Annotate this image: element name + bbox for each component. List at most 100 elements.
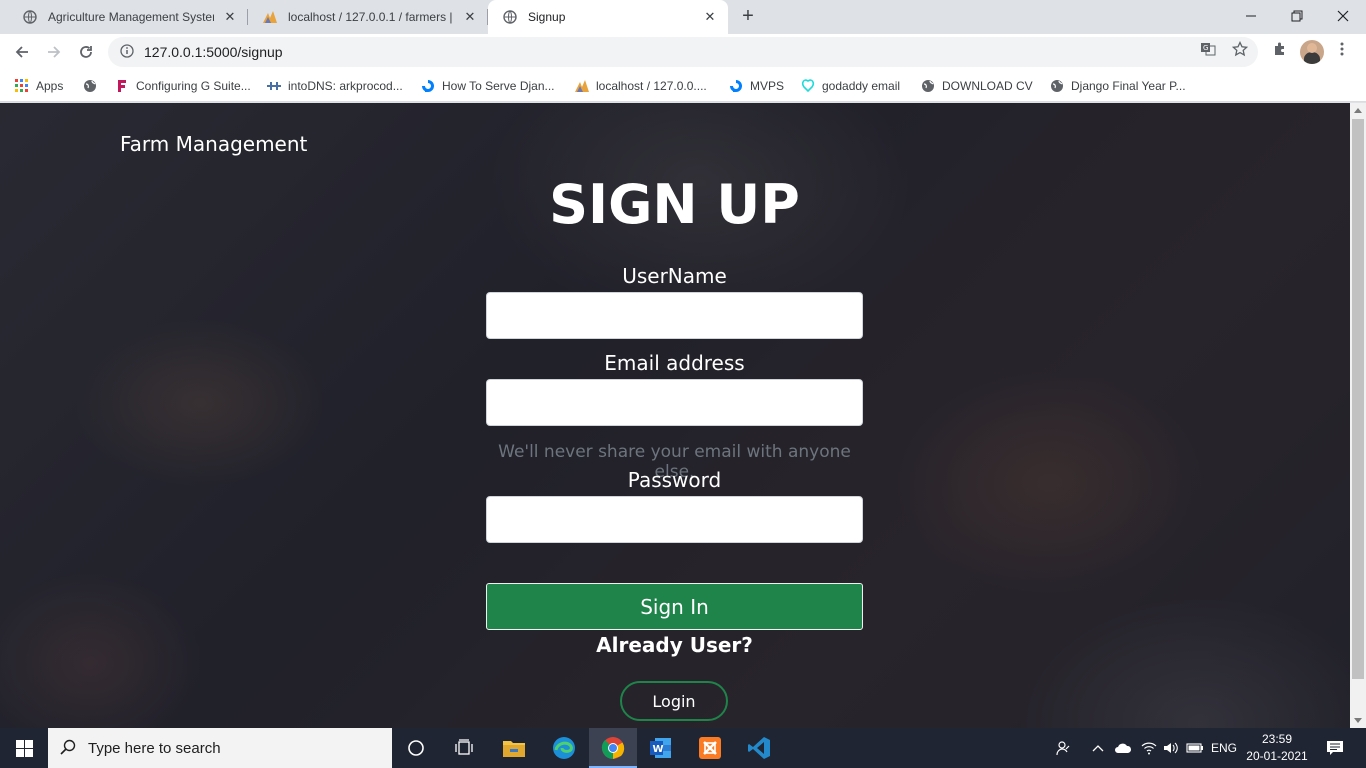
file-explorer-icon[interactable]: [490, 728, 538, 768]
bookmark-localhost-phpmyadmin[interactable]: localhost / 127.0.0....: [574, 76, 707, 96]
translate-icon[interactable]: G: [1200, 41, 1216, 57]
close-window-button[interactable]: [1320, 0, 1366, 32]
back-button[interactable]: [8, 38, 36, 66]
bookmarks-bar: Apps Configuring G Suite... intoDNS: ark…: [0, 70, 1366, 102]
bookmark-download-cv[interactable]: DOWNLOAD CV: [920, 76, 1033, 96]
bookmark-label: localhost / 127.0.0....: [596, 79, 707, 93]
globe-icon: [22, 9, 38, 25]
address-bar[interactable]: 127.0.0.1:5000/signup: [108, 37, 1258, 67]
onedrive-icon[interactable]: [1112, 728, 1134, 768]
chrome-icon[interactable]: [589, 728, 637, 768]
intodns-icon: [266, 78, 282, 94]
cortana-icon[interactable]: [392, 728, 440, 768]
login-button[interactable]: Login: [620, 681, 728, 721]
browser-tab-strip: Agriculture Management System ✕ localhos…: [0, 0, 1366, 34]
globe-icon: [82, 78, 98, 94]
close-tab-icon[interactable]: ✕: [702, 9, 718, 25]
email-label: Email address: [604, 351, 745, 375]
username-label: UserName: [622, 264, 727, 288]
browser-toolbar: 127.0.0.1:5000/signup G: [0, 34, 1366, 70]
digitalocean-icon: [728, 78, 744, 94]
restore-button[interactable]: [1274, 0, 1320, 32]
close-tab-icon[interactable]: ✕: [222, 9, 238, 25]
bookmark-label: How To Serve Djan...: [442, 79, 555, 93]
clock-date: 20-01-2021: [1246, 749, 1308, 763]
people-icon[interactable]: [1052, 728, 1074, 768]
tab-agriculture-management[interactable]: Agriculture Management System ✕: [8, 0, 248, 34]
url-text: 127.0.0.1:5000/signup: [144, 44, 283, 60]
svg-text:G: G: [1203, 44, 1208, 52]
bookmark-f-icon: [114, 78, 130, 94]
windows-taskbar: Type here to search W ENG 23:59 20-01-20…: [0, 728, 1366, 768]
search-placeholder: Type here to search: [88, 739, 221, 757]
task-view-icon[interactable]: [440, 728, 488, 768]
bookmark-django-final-year[interactable]: Django Final Year P...: [1049, 76, 1186, 96]
brand-link[interactable]: Farm Management: [120, 132, 307, 156]
bookmark-intodns[interactable]: intoDNS: arkprocod...: [266, 76, 403, 96]
phpmyadmin-icon: [574, 78, 590, 94]
page-title: SIGN UP: [549, 173, 800, 236]
tab-title: localhost / 127.0.0.1 / farmers | p: [288, 10, 454, 24]
wifi-icon[interactable]: [1138, 728, 1160, 768]
language-indicator[interactable]: ENG: [1208, 728, 1240, 768]
bookmark-label: intoDNS: arkprocod...: [288, 79, 403, 93]
vscode-icon[interactable]: [735, 728, 783, 768]
bookmark-label: Django Final Year P...: [1071, 79, 1186, 93]
bookmark-mvps[interactable]: MVPS: [728, 76, 784, 96]
scroll-up-icon[interactable]: [1354, 108, 1362, 113]
clock-time: 23:59: [1261, 732, 1293, 746]
minimize-button[interactable]: [1228, 0, 1274, 32]
email-input[interactable]: [486, 379, 863, 426]
start-button[interactable]: [0, 728, 48, 768]
sign-in-button[interactable]: Sign In: [486, 583, 863, 630]
apps-grid-icon: [14, 78, 30, 94]
taskbar-clock[interactable]: 23:59 20-01-2021: [1246, 731, 1308, 765]
globe-icon: [502, 9, 518, 25]
svg-text:W: W: [653, 744, 664, 755]
xampp-icon[interactable]: [686, 728, 734, 768]
edge-icon[interactable]: [540, 728, 588, 768]
phpmyadmin-icon: [262, 9, 278, 25]
page-scrollbar[interactable]: [1350, 103, 1366, 728]
scroll-down-icon[interactable]: [1354, 718, 1362, 723]
bookmark-configuring-g-suite[interactable]: Configuring G Suite...: [114, 76, 251, 96]
bookmark-label: DOWNLOAD CV: [942, 79, 1033, 93]
profile-avatar[interactable]: [1300, 40, 1324, 64]
bookmark-star-icon[interactable]: [1232, 41, 1248, 57]
reload-button[interactable]: [72, 38, 100, 66]
tab-title: Signup: [528, 10, 566, 24]
bookmark-globe[interactable]: [82, 76, 104, 96]
page-viewport: Farm Management SIGN UP UserName Email a…: [0, 103, 1350, 728]
password-label: Password: [627, 468, 722, 492]
bookmark-how-to-serve-django[interactable]: How To Serve Djan...: [420, 76, 555, 96]
bookmark-label: MVPS: [750, 79, 785, 93]
notifications-icon[interactable]: [1320, 728, 1350, 768]
close-tab-icon[interactable]: ✕: [462, 9, 478, 25]
extensions-icon[interactable]: [1272, 41, 1288, 57]
new-tab-button[interactable]: +: [736, 4, 760, 28]
scroll-thumb[interactable]: [1352, 119, 1364, 679]
password-input[interactable]: [486, 496, 863, 543]
word-icon[interactable]: W: [637, 728, 685, 768]
taskbar-search-box[interactable]: Type here to search: [48, 728, 392, 768]
bookmark-label: Configuring G Suite...: [136, 79, 251, 93]
windows-logo-icon: [15, 739, 33, 757]
volume-icon[interactable]: [1160, 728, 1182, 768]
info-icon[interactable]: [120, 43, 134, 61]
globe-icon: [920, 78, 936, 94]
chevron-up-icon[interactable]: [1088, 728, 1108, 768]
search-icon: [60, 739, 76, 758]
forward-button[interactable]: [40, 38, 68, 66]
menu-icon[interactable]: [1334, 41, 1350, 57]
bookmark-apps[interactable]: Apps: [14, 76, 63, 96]
tab-signup[interactable]: Signup ✕: [488, 0, 728, 34]
username-input[interactable]: [486, 292, 863, 339]
bookmark-godaddy-email[interactable]: godaddy email: [800, 76, 900, 96]
bookmark-label: godaddy email: [822, 79, 901, 93]
already-user-text: Already User?: [596, 633, 753, 657]
globe-icon: [1049, 78, 1065, 94]
tab-phpmyadmin[interactable]: localhost / 127.0.0.1 / farmers | p ✕: [248, 0, 488, 34]
bookmark-label: Apps: [36, 79, 64, 93]
digitalocean-icon: [420, 78, 436, 94]
battery-icon[interactable]: [1184, 728, 1206, 768]
